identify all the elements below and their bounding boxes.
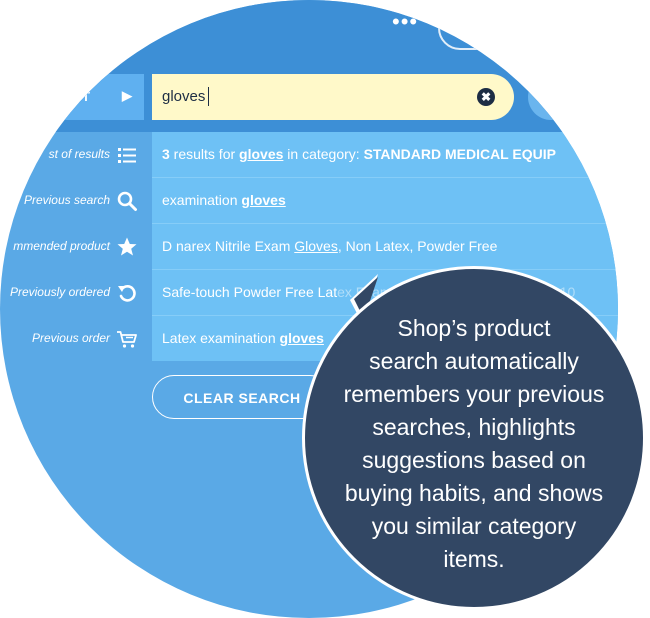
- suggestion-text-part: STANDARD MEDICAL EQUIP: [363, 146, 556, 162]
- suggestion-row[interactable]: Previous search examination gloves: [0, 178, 618, 223]
- suggestion-type-label: Previous order: [31, 331, 110, 345]
- suggestion-text-part: gloves: [239, 146, 284, 162]
- suggestion-text-part: Safe-touch Powder Free Lat: [162, 284, 338, 300]
- suggestion-text[interactable]: examination gloves: [152, 178, 618, 223]
- suggestion-text-part: D narex Nitrile Exam: [162, 238, 295, 254]
- callout-line: Shop’s product: [397, 315, 551, 341]
- play-arrow-icon: ▶: [122, 88, 133, 103]
- search-submit-button[interactable]: [528, 74, 618, 120]
- suggestion-text[interactable]: D narex Nitrile Exam Gloves, Non Latex, …: [152, 224, 618, 269]
- suggestion-type-label: mmended product: [13, 239, 110, 253]
- suggestion-text-part: results for: [169, 146, 240, 162]
- suggestion-text[interactable]: 3 results for gloves in category: STANDA…: [152, 132, 618, 177]
- clear-input-icon[interactable]: ✖: [477, 88, 495, 106]
- suggestion-text-part: , Non Latex, Powder Free: [337, 238, 498, 254]
- search-input[interactable]: [162, 85, 462, 107]
- suggestion-text-part: examination: [162, 192, 242, 208]
- reorder-icon: [116, 282, 138, 304]
- suggestion-text-part: Latex examination: [162, 330, 280, 346]
- more-menu-icon[interactable]: •••: [392, 11, 418, 33]
- callout-line: you similar category: [371, 513, 577, 539]
- callout-line: searches, highlights: [372, 414, 576, 440]
- list-icon: [116, 144, 138, 166]
- callout-line: items.: [443, 546, 505, 572]
- callout-text: Shop’s product search automatically rememb…: [324, 312, 624, 576]
- suggestion-row[interactable]: mmended product D narex Nitrile Exam Glov…: [0, 224, 618, 269]
- top-pill-button[interactable]: [438, 6, 582, 50]
- suggestion-text-part: 3: [162, 146, 170, 162]
- callout-line: remembers your previous: [343, 381, 605, 407]
- cart-icon: [116, 328, 138, 350]
- suggestion-text-part: gloves: [279, 330, 324, 346]
- suggestion-type-label: st of results: [48, 147, 110, 161]
- suggestion-text-part: in category:: [283, 146, 364, 162]
- search-field[interactable]: [152, 74, 514, 120]
- callout-line: buying habits, and shows: [344, 480, 604, 506]
- category-selector[interactable]: ENT ▶: [0, 74, 144, 120]
- suggestion-type-label: Previously ordered: [9, 285, 110, 299]
- suggestion-text-part: gloves: [241, 192, 286, 208]
- search-icon: [116, 190, 138, 212]
- category-label: ENT: [62, 89, 91, 104]
- suggestion-row[interactable]: st of results 3 results for gloves in cat…: [0, 132, 618, 177]
- text-caret: [208, 87, 209, 106]
- callout-line: search automatically: [369, 348, 579, 374]
- top-bar: •••: [0, 0, 618, 64]
- suggestion-text-part: Gloves: [294, 238, 338, 254]
- star-icon: [116, 236, 138, 258]
- callout-line: suggestions based on: [362, 447, 586, 473]
- suggestion-type-label: Previous search: [23, 193, 110, 207]
